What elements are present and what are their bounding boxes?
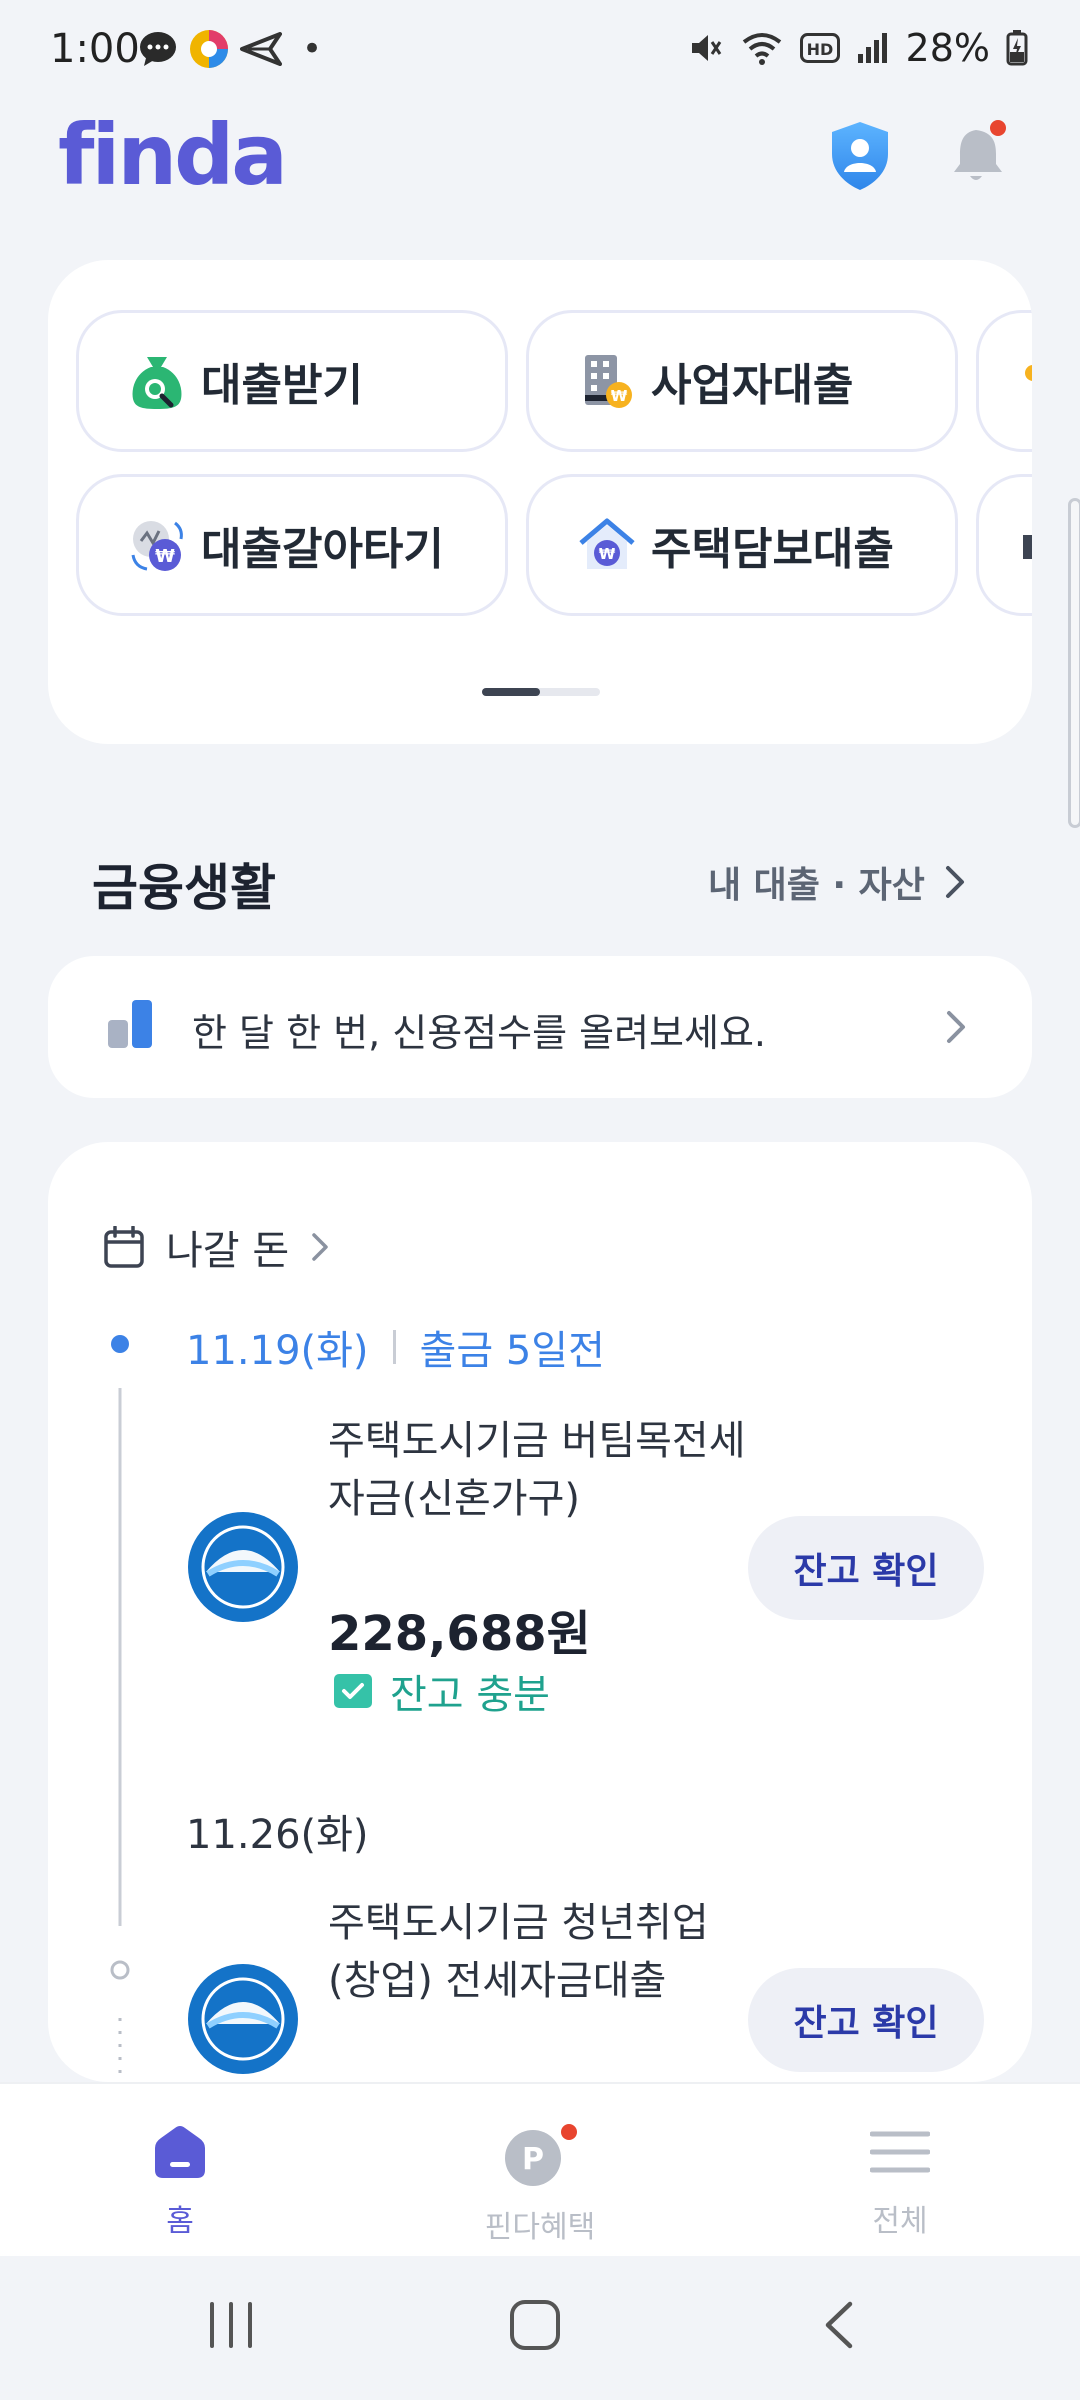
system-navigation-bar: [0, 2256, 1080, 2400]
quick-menu-mortgage[interactable]: ₩ 주택담보대출: [526, 474, 958, 616]
status-dot: •: [302, 29, 323, 69]
notification-icons: •: [138, 28, 322, 70]
quick-menu-mortgage-label: 주택담보대출: [651, 524, 894, 575]
page-indicator-active: [482, 688, 540, 696]
house-coin-icon: ₩: [579, 518, 635, 569]
back-icon[interactable]: [822, 2300, 856, 2350]
credit-score-banner[interactable]: 한 달 한 번, 신용점수를 올려보세요.: [48, 956, 1032, 1098]
quick-menu-refinance-label: 대출갈아타기: [201, 524, 444, 575]
svg-text:₩: ₩: [155, 546, 175, 567]
nav-home-label: 홈: [166, 2204, 194, 2239]
wifi-icon: [742, 33, 781, 65]
home-square-icon[interactable]: [508, 2298, 562, 2352]
bill-item-1-name: 주택도시기금 버팀목전세자금(신혼가구): [328, 1418, 746, 1522]
bill-due-text: 출금 5일전: [419, 1328, 605, 1374]
status-time: 1:00: [50, 26, 140, 72]
chevron-right-icon: [947, 1011, 965, 1043]
svg-text:₩: ₩: [611, 387, 628, 405]
chat-bubble-icon: [140, 32, 176, 66]
page-indicator: [482, 688, 600, 696]
outgoing-money-label: 나갈 돈: [166, 1228, 290, 1274]
home-icon: [155, 2126, 205, 2178]
battery-percent: 28%: [905, 26, 990, 70]
refinance-icon: ₩: [131, 521, 183, 571]
quick-menu-business-loan-label: 사업자대출: [651, 360, 854, 411]
fund-logo-icon: [201, 1525, 285, 1609]
document-icon: [1023, 535, 1032, 559]
calendar-icon: [104, 1226, 144, 1268]
divider: [392, 1330, 396, 1364]
building-coin-icon: ₩: [585, 355, 632, 408]
nav-home[interactable]: 홈: [80, 2124, 280, 2240]
svg-text:₩: ₩: [599, 545, 616, 563]
bottom-navigation: 홈 P 핀다혜택 전체: [0, 2082, 1080, 2256]
section-title-finance: 금융생활: [92, 859, 276, 917]
hug-fund-logo-2: [188, 1964, 298, 2074]
bar-chart-icon: [108, 1000, 152, 1048]
menu-icon: [869, 2131, 931, 2173]
svg-text:HD: HD: [806, 40, 833, 59]
edge-panel-handle[interactable]: [1068, 498, 1080, 828]
my-loans-assets-link[interactable]: 내 대출 · 자산: [708, 856, 965, 908]
hug-fund-logo: [188, 1512, 298, 1622]
bill-date-1: 11.19(화) 출금 5일전: [186, 1318, 605, 1376]
point-icon: P: [505, 2124, 577, 2186]
bill-item-1-amount: 228,688원: [328, 1606, 591, 1662]
quick-menu-loan-label: 대출받기: [201, 360, 363, 411]
app-color-icon: [190, 30, 228, 68]
quick-menu-business-loan[interactable]: ₩ 사업자대출: [526, 310, 958, 452]
nav-benefits[interactable]: P 핀다혜택: [440, 2124, 640, 2246]
fund-logo-icon: [201, 1977, 285, 2061]
status-bar: 1:00 • HD 28%: [0, 0, 1080, 100]
bell-icon: [954, 120, 1006, 180]
svg-text:P: P: [522, 2142, 544, 2177]
outgoing-money-card: 나갈 돈 11.19(화) 출금 5일전 주택도시기금 버팀목전세자금(신혼가구…: [48, 1142, 1032, 2082]
check-balance-button-2[interactable]: 잔고 확인: [748, 1968, 984, 2072]
my-loans-assets-label: 내 대출 · 자산: [708, 865, 925, 906]
chevron-right-icon: [312, 1233, 328, 1261]
quick-menu-card: 대출받기 ₩ 사업자대출 ₩ 대출갈아타기 ₩ 주택담보대출: [48, 260, 1032, 744]
quick-menu-loan[interactable]: 대출받기: [76, 310, 508, 452]
check-balance-button-1[interactable]: 잔고 확인: [748, 1516, 984, 1620]
coin-icon: [1025, 365, 1032, 381]
battery-charging-icon: [1006, 30, 1028, 66]
signal-icon: [857, 33, 887, 63]
quick-menu-partial-item-2[interactable]: [976, 474, 1032, 616]
nav-all[interactable]: 전체: [800, 2124, 1000, 2240]
notification-bell-button[interactable]: [948, 120, 1010, 186]
security-shield-icon[interactable]: [828, 120, 892, 192]
mute-icon: [691, 35, 721, 61]
system-status: HD 28%: [688, 26, 1028, 70]
recent-apps-icon[interactable]: [206, 2300, 256, 2350]
money-bag-icon: [132, 357, 182, 409]
chevron-right-icon: [945, 866, 964, 898]
quick-menu-partial-item[interactable]: [976, 310, 1032, 452]
bill-item-2-name: 주택도시기금 청년취업(창업) 전세자금대출: [328, 1900, 709, 2004]
bill-date-2: 11.26(화): [186, 1812, 369, 1858]
nav-all-label: 전체: [872, 2204, 928, 2239]
finda-logo: finda: [58, 106, 288, 204]
timeline: [110, 1335, 130, 2078]
hd-icon: HD: [799, 33, 840, 63]
outgoing-money-header[interactable]: 나갈 돈: [104, 1218, 329, 1276]
nav-benefits-label: 핀다혜택: [484, 2210, 596, 2245]
balance-status: 잔고 충분: [334, 1662, 550, 1720]
check-box-icon: [334, 1674, 372, 1708]
bill-date-1-text: 11.19(화): [186, 1328, 369, 1374]
balance-status-text: 잔고 충분: [390, 1672, 550, 1718]
send-arrow-icon: [240, 32, 282, 66]
quick-menu-refinance[interactable]: ₩ 대출갈아타기: [76, 474, 508, 616]
credit-score-banner-text: 한 달 한 번, 신용점수를 올려보세요.: [192, 1011, 766, 1055]
